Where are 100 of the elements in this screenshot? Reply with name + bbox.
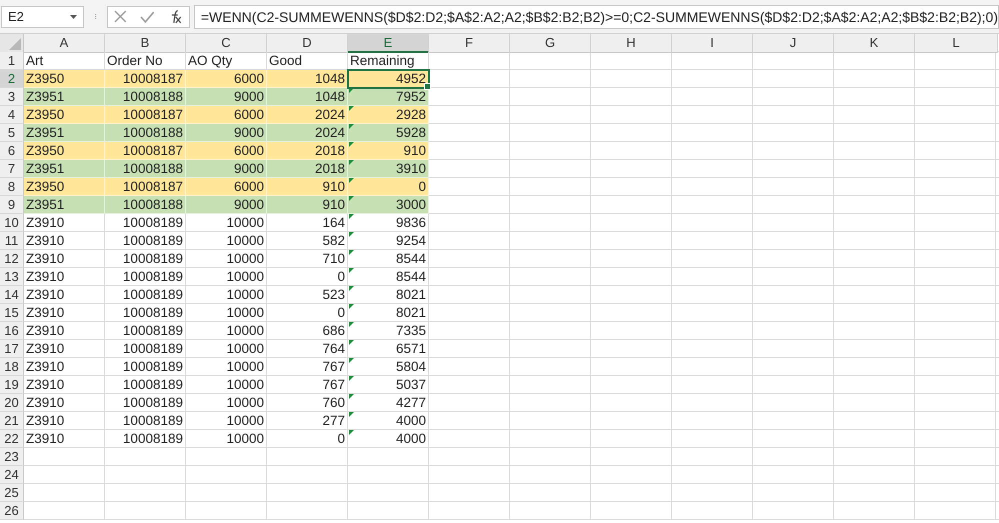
table-cell: 10008189 [105,304,186,322]
table-cell: 277 [267,412,348,430]
row-header[interactable]: 3 [0,88,24,106]
table-cell: 767 [267,358,348,376]
row-header[interactable]: 2 [0,70,24,88]
row-header[interactable]: 24 [0,466,24,484]
column-header[interactable]: D [267,34,348,53]
error-indicator-icon[interactable] [349,286,354,291]
table-cell: 10000 [186,322,267,340]
error-indicator-icon[interactable] [349,358,354,363]
table-cell: 8544 [348,268,429,286]
row-header[interactable]: 20 [0,394,24,412]
row-header[interactable]: 14 [0,286,24,304]
table-cell: 4277 [348,394,429,412]
error-indicator-icon[interactable] [349,322,354,327]
table-cell: 760 [267,394,348,412]
error-indicator-icon[interactable] [349,376,354,381]
column-header[interactable]: I [672,34,753,53]
table-cell: 523 [267,286,348,304]
table-cell: Z3910 [24,358,105,376]
table-cell: 10008189 [105,214,186,232]
table-cell: 10008189 [105,340,186,358]
row-header[interactable]: 18 [0,358,24,376]
error-indicator-icon[interactable] [349,430,354,435]
row-header[interactable]: 5 [0,124,24,142]
table-cell: 10008189 [105,430,186,448]
row-header[interactable]: 13 [0,268,24,286]
check-icon[interactable] [140,10,154,22]
table-cell: Z3910 [24,286,105,304]
error-indicator-icon[interactable] [349,394,354,399]
table-cell: 7335 [348,322,429,340]
row-header[interactable]: 16 [0,322,24,340]
table-cell: 4000 [348,430,429,448]
table-cell: 10000 [186,286,267,304]
row-header[interactable]: 12 [0,250,24,268]
name-box[interactable]: E2 [1,6,84,28]
column-header[interactable]: E [348,34,429,53]
table-cell: 6571 [348,340,429,358]
column-header[interactable]: F [429,34,510,53]
table-cell: 686 [267,322,348,340]
table-cell: 10008189 [105,250,186,268]
table-cell: 710 [267,250,348,268]
table-cell: 4000 [348,412,429,430]
table-cell: Z3951 [24,196,105,214]
row-header[interactable]: 11 [0,232,24,250]
row-header[interactable]: 1 [0,52,24,70]
table-cell: Z3910 [24,322,105,340]
table-cell: 10008189 [105,322,186,340]
table-cell: Z3910 [24,430,105,448]
column-header[interactable]: K [834,34,915,53]
row-header[interactable]: 7 [0,160,24,178]
column-header[interactable]: J [753,34,834,53]
caret-icon[interactable] [70,14,78,18]
error-indicator-icon[interactable] [349,250,354,255]
table-cell: 10008189 [105,286,186,304]
table-cell: 10000 [186,430,267,448]
cancel-icon[interactable] [114,10,127,23]
table-cell: 10000 [186,340,267,358]
table-cell: Z3910 [24,214,105,232]
table-cell: 5037 [348,376,429,394]
table-cell: Remaining [348,52,429,70]
column-header[interactable]: G [510,34,591,53]
row-header[interactable]: 6 [0,142,24,160]
column-header[interactable]: B [105,34,186,53]
row-header[interactable]: 22 [0,430,24,448]
row-header[interactable]: 25 [0,484,24,502]
column-header[interactable]: L [915,34,998,53]
row-header[interactable]: 21 [0,412,24,430]
error-indicator-icon[interactable] [349,232,354,237]
table-cell: 10008188 [105,196,186,214]
table-cell: Z3910 [24,268,105,286]
table-cell: Z3910 [24,412,105,430]
table-cell: 4952 [348,70,429,88]
error-indicator-icon[interactable] [349,304,354,309]
table-cell: 10000 [186,250,267,268]
row-header[interactable]: 26 [0,502,24,520]
row-header[interactable]: 15 [0,304,24,322]
formula-field[interactable]: =WENN(C2-SUMMEWENNS($D$2:D2;$A$2:A2;A2;$B$2:B2;B2)>=0;C2-SUMMEWENNS($D$2:D2;$A$2:A2;A2;$B$2:B2;B2);0) [194,4,999,28]
error-indicator-icon[interactable] [349,340,354,345]
table-cell: 8544 [348,250,429,268]
table-cell: 8021 [348,304,429,322]
row-header[interactable]: 8 [0,178,24,196]
table-cell: 9836 [348,214,429,232]
table-cell: 0 [267,430,348,448]
column-header[interactable]: A [24,34,105,53]
column-header[interactable]: H [591,34,672,53]
table-cell: 10000 [186,214,267,232]
row-header[interactable]: 17 [0,340,24,358]
row-header[interactable]: 10 [0,214,24,232]
table-cell: Z3910 [24,232,105,250]
table-cell: 10008189 [105,412,186,430]
error-indicator-icon[interactable] [349,268,354,273]
error-indicator-icon[interactable] [349,412,354,417]
table-cell: 10008189 [105,268,186,286]
table-cell: 9000 [186,196,267,214]
row-header[interactable]: 19 [0,376,24,394]
row-header[interactable]: 23 [0,448,24,466]
row-header[interactable]: 4 [0,106,24,124]
row-header[interactable]: 9 [0,196,24,214]
column-header[interactable]: C [186,34,267,53]
